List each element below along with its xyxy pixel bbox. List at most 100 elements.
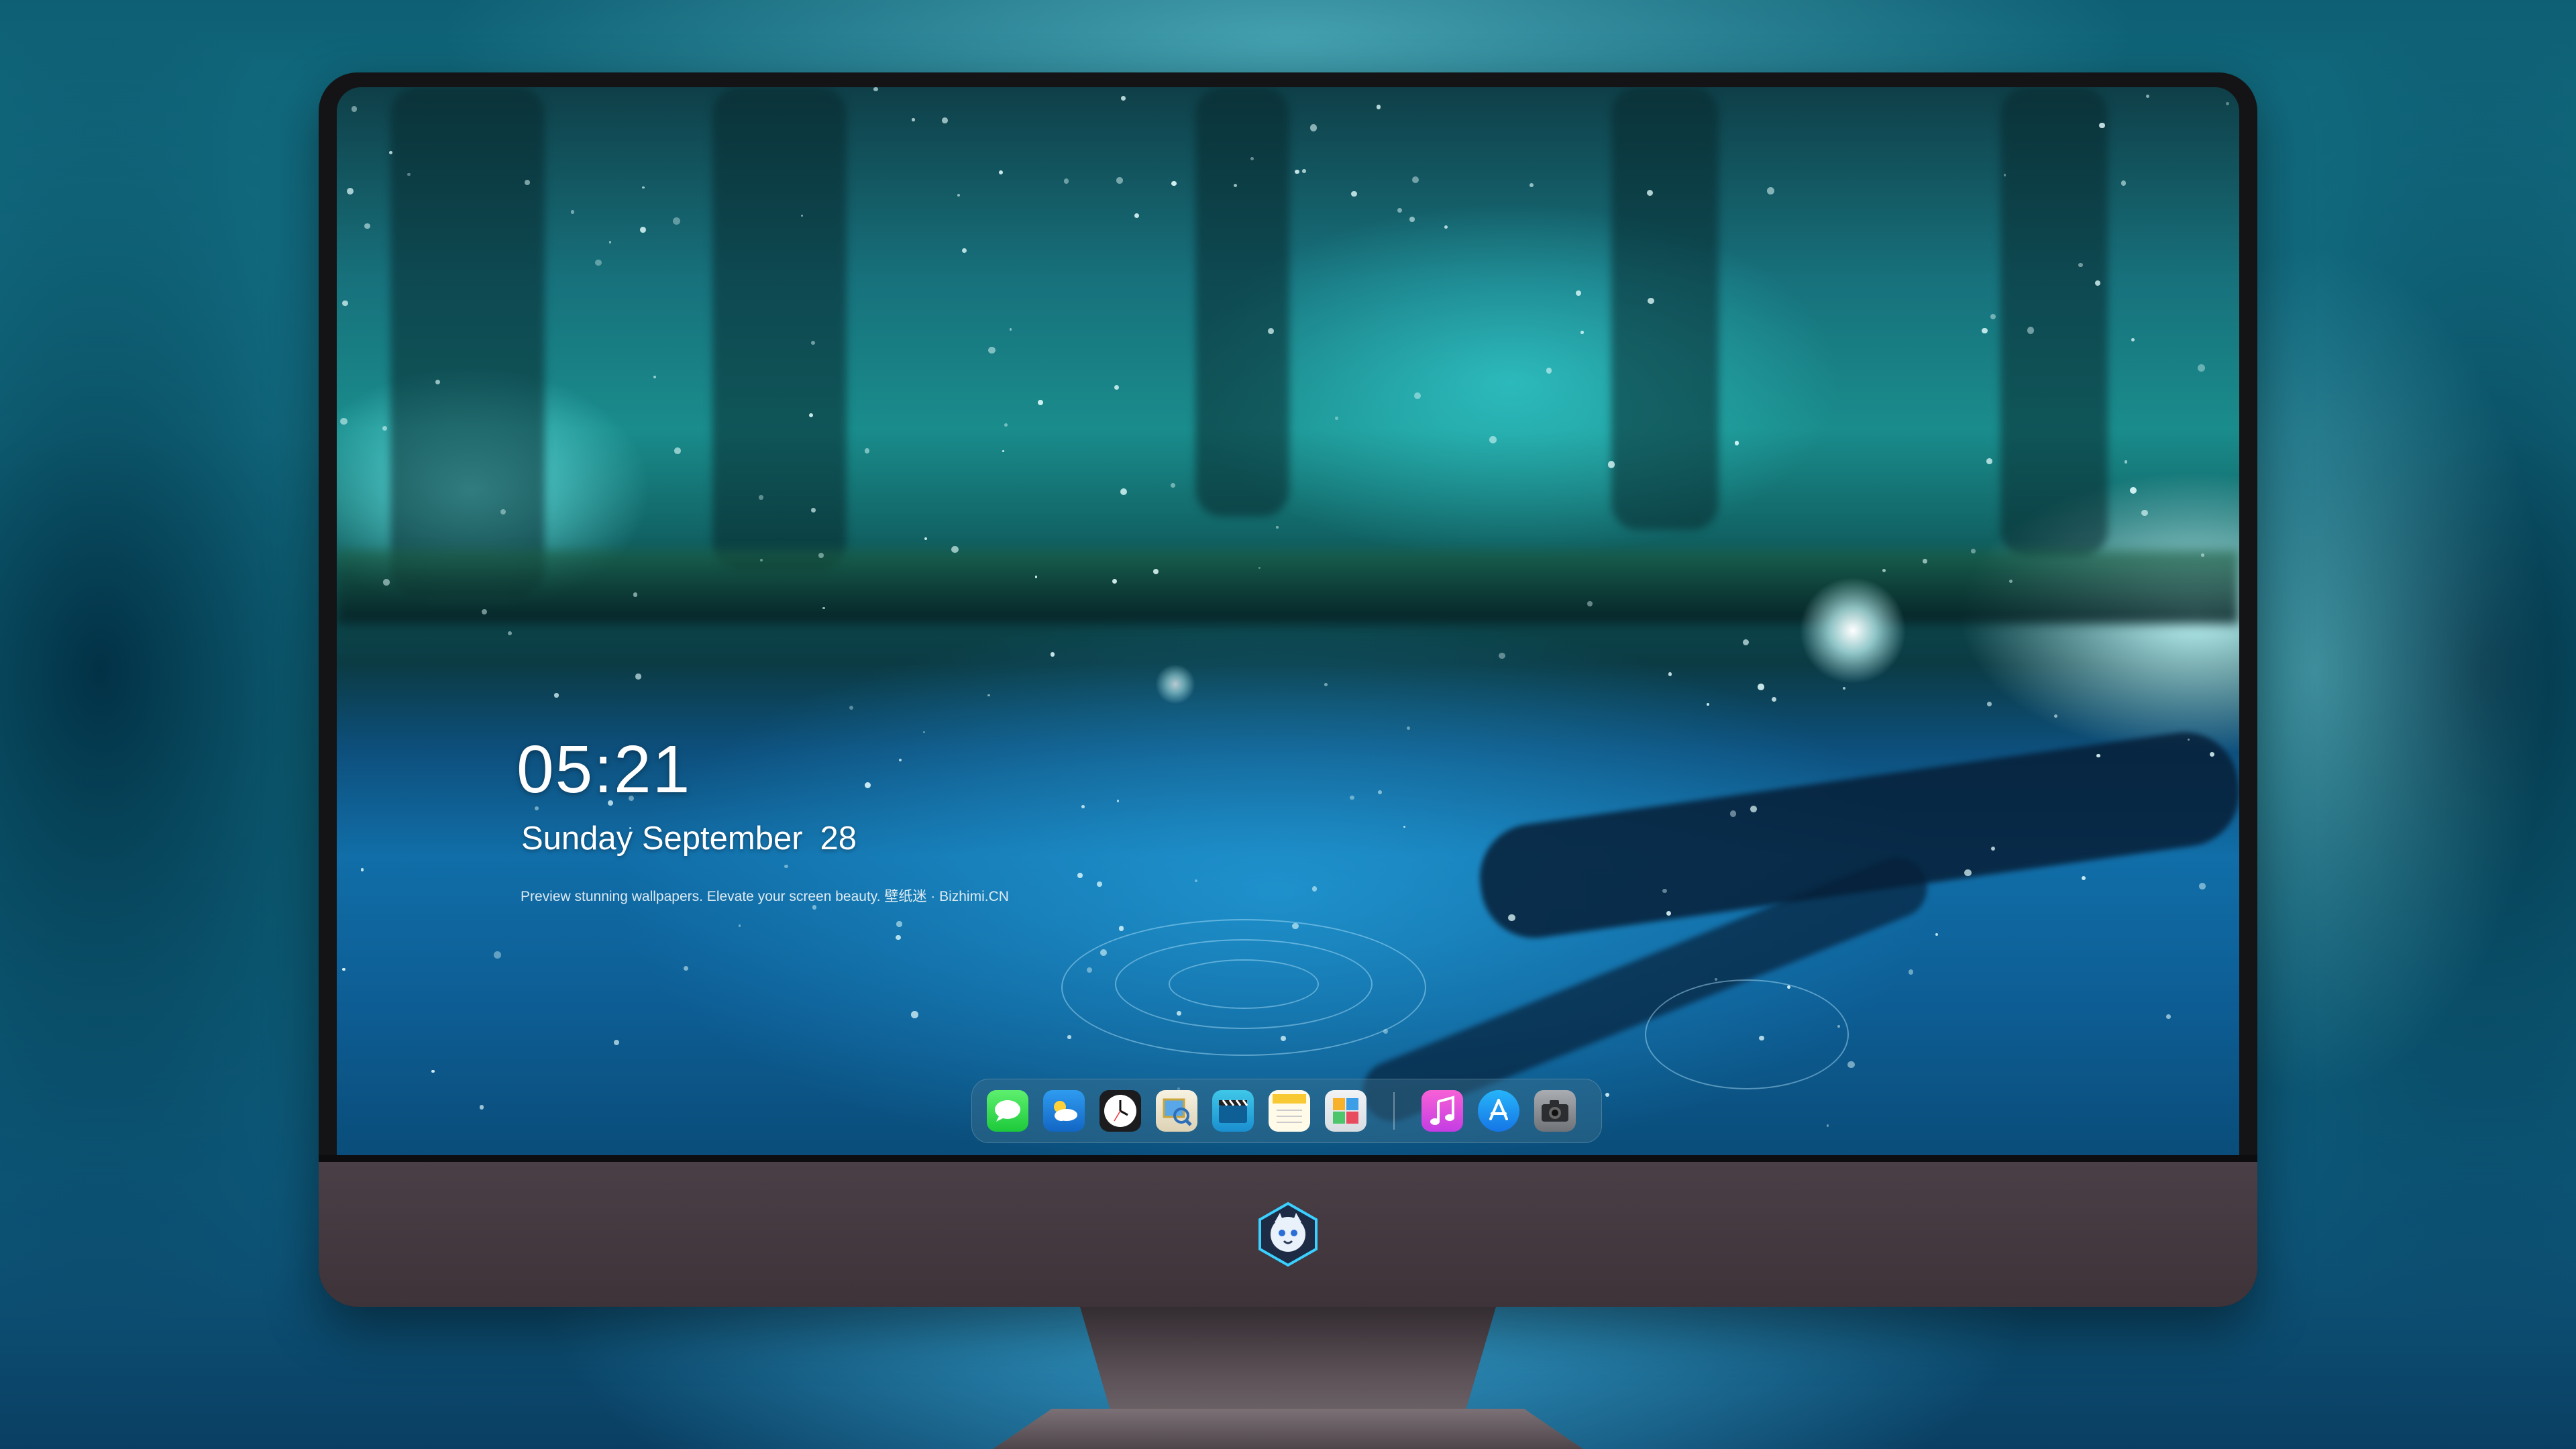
sparkle-dot: [1842, 686, 1845, 690]
sparkle-dot: [1986, 458, 1992, 465]
sparkle-dot: [508, 631, 513, 635]
dock: [971, 1079, 1602, 1143]
messages-icon[interactable]: [987, 1090, 1028, 1132]
sparkle-dot: [988, 346, 996, 354]
video-icon[interactable]: [1212, 1090, 1254, 1132]
sparkle-dot: [1662, 888, 1667, 894]
sparkle-dot: [1757, 684, 1764, 691]
sparkle-dot: [2096, 754, 2100, 758]
sparkle-dot: [340, 417, 347, 425]
sparkle-dot: [1311, 886, 1318, 892]
sparkle-dot: [1580, 331, 1584, 334]
sparkle-dot: [1309, 123, 1318, 131]
sparkle-dot: [1134, 213, 1139, 218]
sparkle-dot: [1302, 169, 1306, 173]
sparkle-dot: [1002, 450, 1005, 453]
sparkle-dot: [1350, 795, 1355, 800]
sparkle-dot: [1529, 182, 1534, 187]
sparkle-dot: [1050, 652, 1055, 657]
sparkle-dot: [784, 865, 788, 869]
sparkle-dot: [1750, 806, 1757, 812]
sparkle-dot: [1294, 169, 1299, 174]
sparkle-dot: [1648, 298, 1654, 305]
sparkle-dot: [810, 341, 815, 345]
sparkle-dot: [1116, 800, 1119, 802]
sparkle-dot: [2003, 174, 2006, 176]
sparkle-dot: [911, 1011, 918, 1019]
sparkle-dot: [342, 300, 348, 307]
sparkle-dot: [431, 1070, 435, 1073]
sparkle-dot: [2201, 553, 2204, 557]
sparkle-dot: [2199, 883, 2206, 890]
sparkle-dot: [554, 693, 559, 698]
app-store-icon[interactable]: [1478, 1090, 1519, 1132]
sparkle-dot: [608, 241, 612, 244]
sparkle-dot: [2082, 876, 2086, 881]
sparkle-dot: [898, 759, 902, 762]
sparkle-dot: [1077, 872, 1083, 879]
sparkle-dot: [738, 924, 741, 927]
sparkle-dot: [1335, 417, 1338, 420]
sparkle-dot: [1152, 569, 1159, 575]
sparkle-dot: [595, 259, 602, 266]
sparkle-dot: [1444, 225, 1448, 229]
sparkle-dot: [1397, 208, 1403, 213]
notes-icon[interactable]: [1269, 1090, 1310, 1132]
sparkle-dot: [642, 186, 645, 189]
sparkle-dot: [364, 223, 370, 229]
photos-icon[interactable]: [1325, 1090, 1366, 1132]
camera-icon[interactable]: [1534, 1090, 1576, 1132]
sparkle-dot: [1171, 180, 1177, 186]
desktop-screen[interactable]: 05:21 Sunday September 28 Preview stunnin…: [337, 87, 2239, 1155]
monitor-stand: [1080, 1307, 1496, 1421]
clock-time: 05:21: [517, 732, 692, 807]
sparkle-dot: [849, 705, 854, 710]
sparkle-dot: [1587, 601, 1593, 607]
clock-date: Sunday September 28: [521, 820, 857, 857]
sparkle-dot: [2121, 180, 2126, 186]
sparkle-dot: [570, 210, 574, 214]
sparkle-dot: [1177, 1010, 1182, 1016]
sparkle-dot: [525, 179, 531, 185]
sparkle-dot: [1742, 639, 1750, 646]
sparkle-dot: [2225, 102, 2230, 106]
sparkle-dot: [810, 508, 816, 513]
sparkle-dot: [342, 967, 345, 971]
wallpaper-tree: [1611, 87, 1719, 530]
sparkle-dot: [957, 194, 961, 197]
sparkle-dot: [822, 606, 825, 610]
sparkle-dot: [759, 495, 763, 500]
sparkle-dot: [1923, 559, 1927, 564]
sparkle-dot: [1009, 328, 1012, 331]
sparkle-dot: [2078, 262, 2083, 268]
sparkle-dot: [2130, 487, 2137, 494]
sparkle-dot: [1116, 177, 1123, 184]
sparkle-dot: [942, 117, 949, 123]
wallpaper-ripple: [1169, 959, 1319, 1009]
sparkle-dot: [2166, 1014, 2171, 1019]
wallpaper-light-orb: [1799, 577, 1907, 684]
wallpaper-tree: [390, 87, 545, 597]
weather-icon[interactable]: [1043, 1090, 1085, 1132]
sparkle-dot: [1499, 652, 1505, 659]
clock-month: September: [641, 820, 803, 857]
sparkle-dot: [1971, 549, 1976, 553]
sparkle-dot: [613, 1039, 619, 1045]
sparkle-dot: [1508, 914, 1515, 922]
sparkle-dot: [896, 934, 901, 941]
sparkle-dot: [346, 187, 354, 195]
sparkle-dot: [1081, 804, 1085, 808]
clock-icon[interactable]: [1099, 1090, 1141, 1132]
sparkle-dot: [1121, 96, 1126, 101]
sparkle-dot: [493, 951, 501, 959]
sparkle-dot: [1608, 461, 1615, 468]
preview-icon[interactable]: [1156, 1090, 1197, 1132]
sparkle-dot: [633, 592, 638, 597]
wallpaper-tree: [2000, 87, 2108, 557]
sparkle-dot: [1171, 483, 1175, 488]
music-icon[interactable]: [1421, 1090, 1463, 1132]
sparkle-dot: [1383, 1029, 1389, 1034]
sparkle-dot: [2146, 94, 2150, 99]
sparkle-dot: [1414, 392, 1421, 400]
sparkle-dot: [360, 868, 364, 871]
